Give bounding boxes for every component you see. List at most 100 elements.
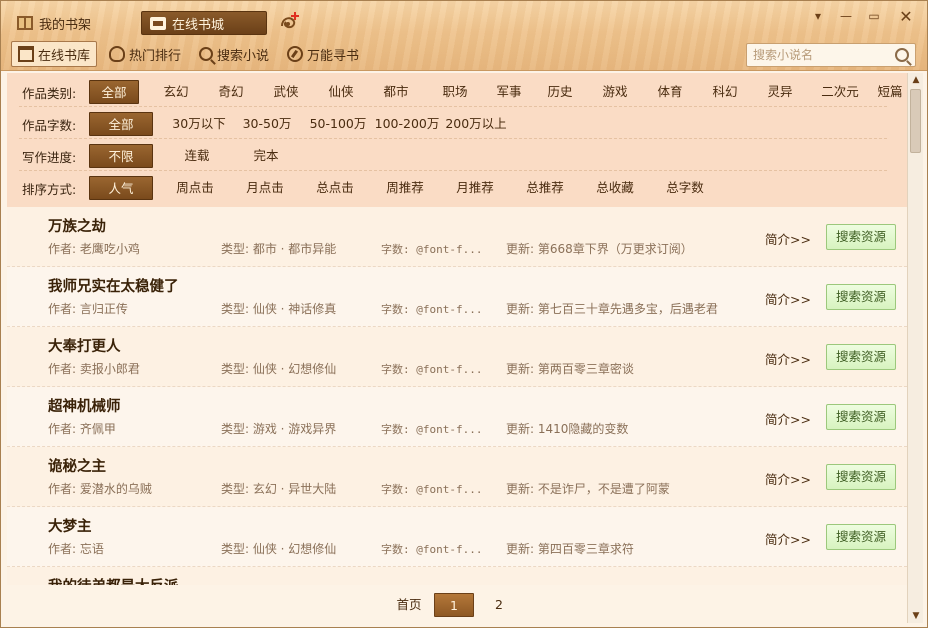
vertical-scrollbar[interactable]: ▲ ▼ [907, 73, 923, 623]
compass-icon [287, 46, 304, 62]
book-title[interactable]: 超神机械师 [48, 395, 121, 416]
filter-option[interactable]: 玄幻 [156, 80, 196, 104]
scroll-down-arrow-icon[interactable]: ▼ [908, 609, 924, 623]
filter-option[interactable]: 不限 [89, 144, 153, 168]
subnav-universal-find[interactable]: 万能寻书 [281, 41, 365, 67]
library-icon [18, 46, 34, 62]
book-word-count: 字数: @font-f... [381, 363, 483, 376]
search-input[interactable] [747, 44, 887, 66]
filter-option[interactable]: 仙侠 [321, 80, 361, 104]
intro-link[interactable]: 简介>> [765, 469, 811, 488]
filter-option[interactable]: 月推荐 [449, 176, 501, 200]
search-resource-button[interactable]: 搜索资源 [826, 284, 896, 310]
filter-option[interactable]: 游戏 [595, 80, 635, 104]
scroll-up-arrow-icon[interactable]: ▲ [908, 73, 924, 87]
search-resource-button[interactable]: 搜索资源 [826, 524, 896, 550]
first-page-link[interactable]: 首页 [395, 593, 423, 617]
filter-option[interactable]: 总字数 [659, 176, 711, 200]
book-title[interactable]: 我师兄实在太稳健了 [48, 275, 179, 296]
subnav-hot-ranking[interactable]: 热门排行 [103, 41, 187, 67]
filter-option[interactable]: 奇幻 [211, 80, 251, 104]
book-type: 类型: 玄幻 · 异世大陆 [221, 482, 337, 496]
book-title[interactable]: 大梦主 [48, 515, 92, 536]
subnav-hot-ranking-label: 热门排行 [129, 48, 182, 64]
hand-icon [109, 46, 126, 62]
search-resource-button[interactable]: 搜索资源 [826, 464, 896, 490]
filter-option[interactable]: 50-100万 [301, 112, 375, 136]
book-latest-update: 更新: 不是诈尸，不是遭了阿蒙 [506, 482, 670, 496]
book-list-item: 万族之劫 作者: 老鹰吃小鸡 类型: 都市 · 都市异能 字数: @font-f...… [7, 207, 907, 267]
search-icon [199, 47, 214, 61]
filter-option[interactable]: 灵异 [760, 80, 800, 104]
filter-option[interactable]: 职场 [435, 80, 475, 104]
search-resource-button[interactable]: 搜索资源 [826, 224, 896, 250]
filter-option[interactable]: 完本 [241, 144, 291, 168]
filter-option[interactable]: 二次元 [815, 80, 865, 104]
intro-link[interactable]: 简介>> [765, 229, 811, 248]
book-word-count: 字数: @font-f... [381, 423, 483, 436]
filter-option[interactable]: 科幻 [705, 80, 745, 104]
book-title[interactable]: 万族之劫 [48, 215, 106, 236]
filter-option[interactable]: 30万以下 [162, 112, 236, 136]
subnav: 在线书库 热门排行 搜索小说 万能寻书 [11, 41, 365, 67]
book-list-item: 大奉打更人 作者: 卖报小郎君 类型: 仙侠 · 幻想修仙 字数: @font-f..… [7, 327, 907, 387]
filter-option[interactable]: 周推荐 [379, 176, 431, 200]
filter-option[interactable]: 100-200万 [370, 112, 444, 136]
book-title[interactable]: 大奉打更人 [48, 335, 121, 356]
minimize-button[interactable]: — [835, 7, 857, 25]
bookshelf-icon [17, 16, 33, 30]
filter-label: 作品字数: [22, 117, 77, 133]
add-feature-icon[interactable] [279, 11, 301, 33]
book-word-count: 字数: @font-f... [381, 483, 483, 496]
filter-option[interactable]: 全部 [89, 80, 139, 104]
filter-option[interactable]: 总推荐 [519, 176, 571, 200]
book-author: 作者: 言归正传 [48, 302, 128, 316]
book-title[interactable]: 诡秘之主 [48, 455, 106, 476]
filter-option[interactable]: 总点击 [309, 176, 361, 200]
book-latest-update: 更新: 第四百零三章求符 [506, 542, 634, 556]
search-resource-button[interactable]: 搜索资源 [826, 344, 896, 370]
book-list-item: 我师兄实在太稳健了 作者: 言归正传 类型: 仙侠 · 神话修真 字数: @font-… [7, 267, 907, 327]
intro-link[interactable]: 简介>> [765, 289, 811, 308]
intro-link[interactable]: 简介>> [765, 349, 811, 368]
filter-option[interactable]: 月点击 [239, 176, 291, 200]
filter-option[interactable]: 体育 [650, 80, 690, 104]
novel-search-box [746, 43, 916, 67]
filter-option[interactable]: 都市 [376, 80, 416, 104]
app-window: 我的书架 在线书城 ▾ — ▭ ✕ 在线书库 热门排行 搜索小说 万能寻书 搜索… [0, 0, 928, 628]
search-resource-button[interactable]: 搜索资源 [826, 404, 896, 430]
filter-option[interactable]: 30-50万 [236, 112, 298, 136]
filter-option[interactable]: 武侠 [266, 80, 306, 104]
filter-option[interactable]: 总收藏 [589, 176, 641, 200]
filter-option[interactable]: 连载 [172, 144, 222, 168]
filter-option[interactable]: 短篇 [870, 80, 907, 104]
filter-row: 作品类别: 全部 玄幻 奇幻 武侠 仙侠 都市 职场 军事 历史 游戏 体育 科幻 灵异 二次元 短篇 [7, 77, 903, 107]
page-2-link[interactable]: 2 [489, 593, 509, 617]
scroll-thumb[interactable] [910, 89, 921, 153]
filter-option[interactable]: 人气 [89, 176, 153, 200]
filter-option[interactable]: 200万以上 [439, 112, 513, 136]
filter-option[interactable]: 军事 [489, 80, 529, 104]
close-button[interactable]: ✕ [895, 7, 917, 26]
page-1-button[interactable]: 1 [434, 593, 474, 617]
main-content: 作品类别: 全部 玄幻 奇幻 武侠 仙侠 都市 职场 军事 历史 游戏 体育 科幻 灵异 二次元 短篇作品字数… [7, 73, 907, 623]
book-author: 作者: 爱潜水的乌贼 [48, 482, 152, 496]
book-type: 类型: 游戏 · 游戏异界 [221, 422, 337, 436]
book-author: 作者: 忘语 [48, 542, 104, 556]
menu-dropdown-icon[interactable]: ▾ [807, 7, 829, 25]
book-author: 作者: 老鹰吃小鸡 [48, 242, 140, 256]
filter-option[interactable]: 周点击 [169, 176, 221, 200]
search-submit-icon[interactable] [895, 48, 909, 62]
filter-option[interactable]: 全部 [89, 112, 153, 136]
tab-my-bookshelf[interactable]: 我的书架 [9, 11, 99, 35]
filter-option[interactable]: 历史 [540, 80, 580, 104]
tab-online-bookstore-label: 在线书城 [172, 17, 225, 33]
subnav-search-novel[interactable]: 搜索小说 [193, 41, 275, 67]
subnav-online-library[interactable]: 在线书库 [11, 41, 98, 67]
tab-online-bookstore[interactable]: 在线书城 [141, 11, 267, 35]
maximize-button[interactable]: ▭ [863, 7, 885, 25]
intro-link[interactable]: 简介>> [765, 529, 811, 548]
book-type: 类型: 仙侠 · 幻想修仙 [221, 542, 337, 556]
intro-link[interactable]: 简介>> [765, 409, 811, 428]
book-author: 作者: 齐佩甲 [48, 422, 116, 436]
